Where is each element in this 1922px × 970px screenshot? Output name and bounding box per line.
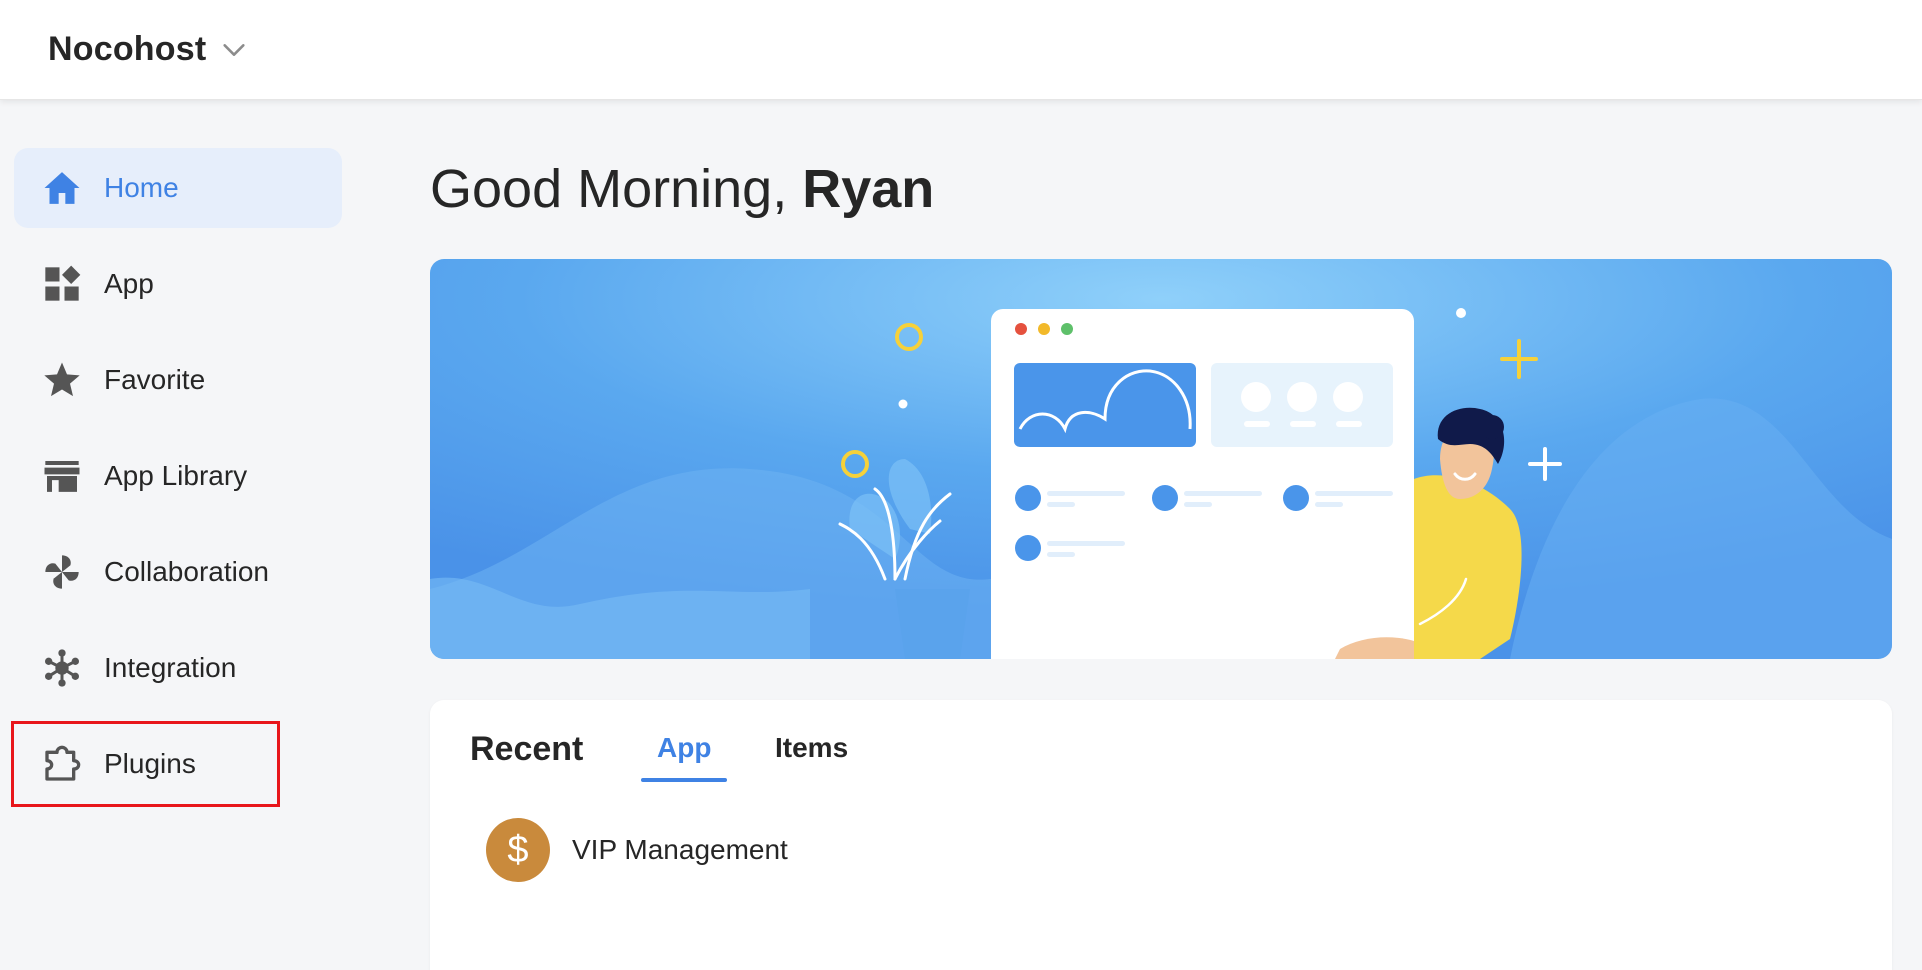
sidebar-item-app-library[interactable]: App Library bbox=[14, 436, 342, 516]
active-tab-indicator bbox=[641, 778, 727, 782]
sidebar-item-label: App bbox=[104, 268, 154, 299]
sidebar: Home App Favorite App Library Collaborat… bbox=[0, 100, 360, 970]
user-name: Ryan bbox=[802, 159, 935, 219]
sidebar-item-favorite[interactable]: Favorite bbox=[14, 340, 342, 420]
recent-title: Recent bbox=[470, 730, 584, 768]
welcome-banner-illustration bbox=[430, 259, 1892, 659]
sidebar-item-plugins[interactable]: Plugins bbox=[11, 721, 280, 807]
store-icon bbox=[44, 461, 80, 492]
top-bar: Nocohost bbox=[0, 0, 1922, 100]
workspace-name: Nocohost bbox=[48, 30, 207, 68]
home-icon bbox=[44, 172, 80, 204]
puzzle-icon bbox=[45, 745, 81, 781]
sidebar-item-label: Favorite bbox=[104, 364, 206, 395]
pinwheel-icon bbox=[45, 555, 79, 589]
tab-items[interactable]: Items bbox=[775, 732, 848, 764]
recent-panel: Recent App Items $ VIP Management bbox=[430, 700, 1892, 970]
apps-grid-icon bbox=[45, 265, 81, 301]
sidebar-item-home[interactable]: Home bbox=[14, 148, 342, 228]
sidebar-item-app[interactable]: App bbox=[14, 244, 342, 324]
sidebar-item-label: Plugins bbox=[104, 748, 196, 779]
sidebar-item-collaboration[interactable]: Collaboration bbox=[14, 532, 342, 612]
sidebar-item-label: Integration bbox=[104, 652, 237, 683]
greeting-prefix: Good Morning, bbox=[430, 159, 803, 219]
star-icon bbox=[44, 362, 80, 397]
recent-app-item[interactable]: $ VIP Management bbox=[486, 818, 788, 882]
recent-app-name: VIP Management bbox=[572, 834, 788, 865]
sidebar-item-integration[interactable]: Integration bbox=[14, 628, 342, 708]
network-hub-icon bbox=[45, 649, 79, 687]
sidebar-item-label: Home bbox=[104, 172, 179, 203]
sidebar-item-label: App Library bbox=[104, 460, 248, 491]
chevron-down-icon bbox=[223, 43, 245, 56]
greeting-heading: Good Morning, Ryan bbox=[430, 158, 934, 220]
sidebar-item-label: Collaboration bbox=[104, 556, 269, 587]
workspace-switcher[interactable]: Nocohost bbox=[48, 30, 248, 69]
dollar-icon: $ bbox=[486, 818, 550, 882]
tab-app[interactable]: App bbox=[657, 732, 711, 764]
